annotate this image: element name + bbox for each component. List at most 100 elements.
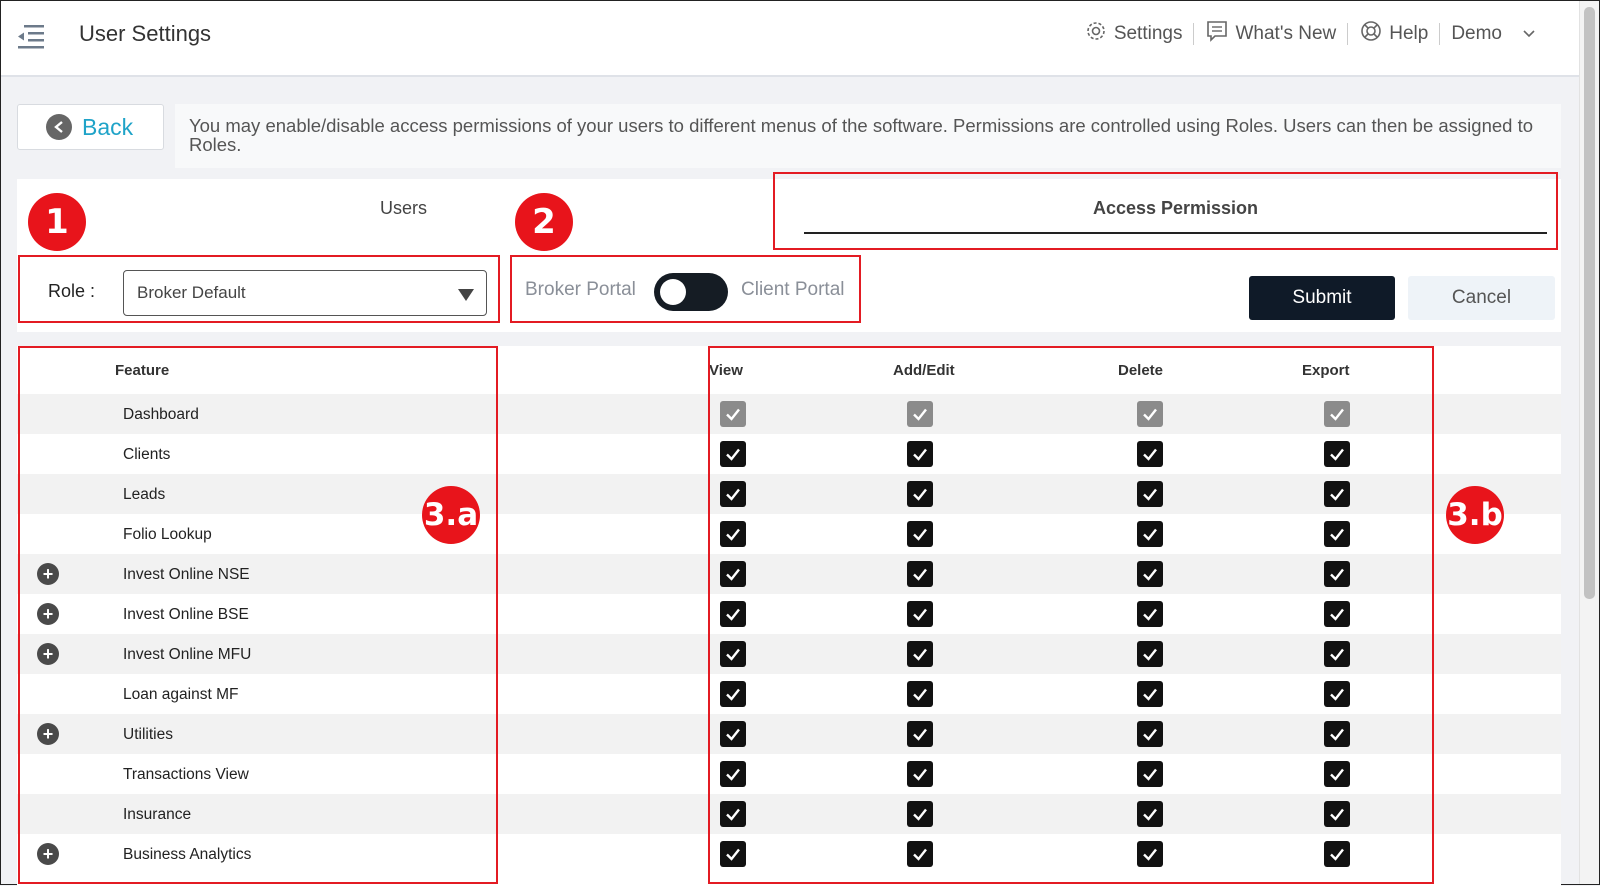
add-edit-checkbox[interactable]: [907, 801, 933, 827]
feature-name: Utilities: [123, 726, 173, 743]
export-checkbox[interactable]: [1324, 481, 1350, 507]
delete-checkbox[interactable]: [1137, 721, 1163, 747]
delete-checkbox[interactable]: [1137, 681, 1163, 707]
add-edit-checkbox[interactable]: [907, 481, 933, 507]
annotation-marker-3a: 3.a: [422, 486, 480, 544]
view-checkbox[interactable]: [720, 641, 746, 667]
table-row: + Invest Online BSE: [17, 594, 1561, 634]
expand-plus-icon[interactable]: +: [37, 643, 59, 665]
feature-name: Leads: [123, 486, 166, 503]
delete-checkbox[interactable]: [1137, 761, 1163, 787]
view-checkbox[interactable]: [720, 601, 746, 627]
export-checkbox[interactable]: [1324, 521, 1350, 547]
help-label: Help: [1389, 23, 1429, 44]
delete-checkbox: [1137, 401, 1163, 427]
table-row: Folio Lookup: [17, 514, 1561, 554]
export-checkbox[interactable]: [1324, 721, 1350, 747]
export-checkbox[interactable]: [1324, 641, 1350, 667]
header-add-edit: Add/Edit: [893, 362, 955, 379]
export-checkbox[interactable]: [1324, 601, 1350, 627]
expand-plus-icon[interactable]: +: [37, 843, 59, 865]
whats-new-link[interactable]: What's New: [1194, 19, 1347, 49]
page-scrollbar[interactable]: [1579, 1, 1599, 884]
feature-name: Insurance: [123, 806, 192, 823]
back-arrow-icon: [46, 114, 72, 140]
view-checkbox[interactable]: [720, 721, 746, 747]
view-checkbox: [720, 401, 746, 427]
delete-checkbox[interactable]: [1137, 601, 1163, 627]
delete-checkbox[interactable]: [1137, 441, 1163, 467]
top-bar: User Settings Settings What's New Help D…: [1, 1, 1579, 77]
chat-icon: [1205, 19, 1229, 49]
menu-icon[interactable]: [16, 23, 46, 51]
add-edit-checkbox[interactable]: [907, 521, 933, 547]
table-row: + Utilities: [17, 714, 1561, 754]
delete-checkbox[interactable]: [1137, 641, 1163, 667]
header-view: View: [709, 362, 743, 379]
view-checkbox[interactable]: [720, 761, 746, 787]
add-edit-checkbox[interactable]: [907, 601, 933, 627]
role-select[interactable]: Broker Default: [123, 270, 487, 316]
page-title: User Settings: [79, 21, 212, 46]
add-edit-checkbox[interactable]: [907, 641, 933, 667]
export-checkbox: [1324, 401, 1350, 427]
submit-button[interactable]: Submit: [1249, 276, 1395, 320]
tab-access-label: Access Permission: [1092, 197, 1259, 218]
add-edit-checkbox[interactable]: [907, 441, 933, 467]
export-checkbox[interactable]: [1324, 681, 1350, 707]
role-value: Broker Default: [137, 283, 246, 302]
export-checkbox[interactable]: [1324, 561, 1350, 587]
view-checkbox[interactable]: [720, 841, 746, 867]
lifebuoy-icon: [1359, 19, 1383, 49]
export-checkbox[interactable]: [1324, 441, 1350, 467]
export-checkbox[interactable]: [1324, 761, 1350, 787]
add-edit-checkbox[interactable]: [907, 761, 933, 787]
cancel-button[interactable]: Cancel: [1408, 276, 1555, 320]
user-name: Demo: [1451, 23, 1502, 44]
view-checkbox[interactable]: [720, 561, 746, 587]
add-edit-checkbox[interactable]: [907, 561, 933, 587]
add-edit-checkbox[interactable]: [907, 681, 933, 707]
view-checkbox[interactable]: [720, 481, 746, 507]
annotation-marker-1: 1: [28, 193, 86, 251]
feature-name: Invest Online BSE: [123, 606, 249, 623]
add-edit-checkbox[interactable]: [907, 721, 933, 747]
scrollbar-thumb[interactable]: [1584, 7, 1595, 599]
view-checkbox[interactable]: [720, 441, 746, 467]
view-checkbox[interactable]: [720, 681, 746, 707]
back-button[interactable]: Back: [17, 104, 164, 150]
controls-bar: Role : Broker Default Broker Portal Clie…: [17, 237, 1561, 332]
delete-checkbox[interactable]: [1137, 841, 1163, 867]
delete-checkbox[interactable]: [1137, 481, 1163, 507]
table-header: Feature View Add/Edit Delete Export: [17, 346, 1561, 394]
table-row: + Invest Online MFU: [17, 634, 1561, 674]
delete-checkbox[interactable]: [1137, 561, 1163, 587]
view-checkbox[interactable]: [720, 521, 746, 547]
feature-name: Dashboard: [123, 406, 199, 423]
help-link[interactable]: Help: [1348, 19, 1439, 49]
tab-users[interactable]: Users: [17, 179, 790, 237]
export-checkbox[interactable]: [1324, 841, 1350, 867]
tab-access-permission[interactable]: Access Permission: [790, 179, 1561, 237]
expand-plus-icon[interactable]: +: [37, 723, 59, 745]
feature-name: Business Analytics: [123, 846, 252, 863]
settings-label: Settings: [1113, 23, 1183, 44]
header-delete: Delete: [1118, 362, 1164, 379]
portal-toggle[interactable]: [654, 273, 728, 311]
annotation-marker-3b: 3.b: [1446, 486, 1504, 544]
add-edit-checkbox[interactable]: [907, 841, 933, 867]
feature-name: Clients: [123, 446, 171, 463]
delete-checkbox[interactable]: [1137, 521, 1163, 547]
table-row: Dashboard: [17, 394, 1561, 434]
header-actions: Settings What's New Help Demo: [1073, 19, 1547, 49]
table-row: Transactions View: [17, 754, 1561, 794]
view-checkbox[interactable]: [720, 801, 746, 827]
delete-checkbox[interactable]: [1137, 801, 1163, 827]
tab-bar: Users Access Permission: [17, 179, 1561, 237]
user-menu[interactable]: Demo: [1440, 23, 1547, 45]
settings-link[interactable]: Settings: [1073, 19, 1194, 49]
table-row: + Invest Online NSE: [17, 554, 1561, 594]
export-checkbox[interactable]: [1324, 801, 1350, 827]
expand-plus-icon[interactable]: +: [37, 563, 59, 585]
expand-plus-icon[interactable]: +: [37, 603, 59, 625]
